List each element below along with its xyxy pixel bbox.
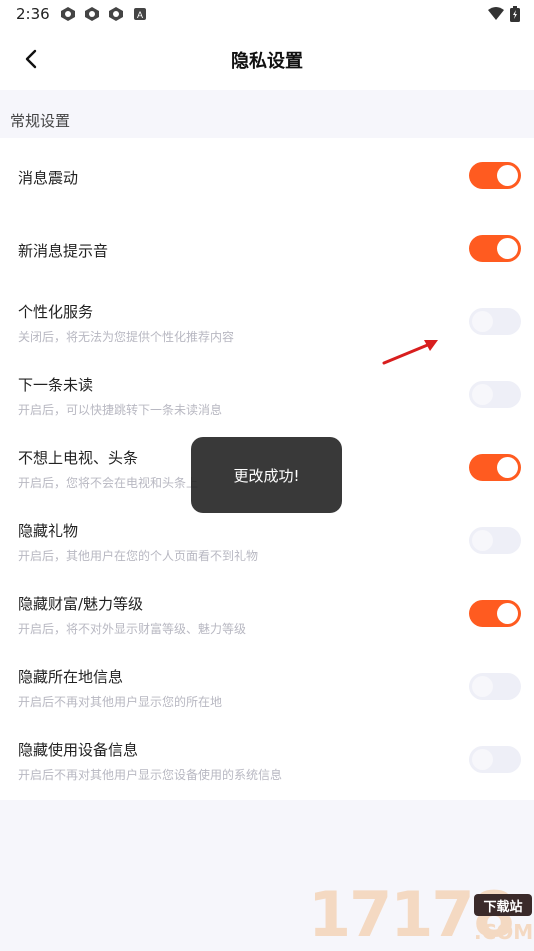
setting-subtitle: 开启后不再对其他用户显示您的所在地 (18, 695, 223, 709)
toggle-switch[interactable] (469, 454, 521, 481)
toggle-knob (472, 311, 493, 332)
watermark-logo: 17178 下载站 .COM (308, 880, 534, 950)
wifi-icon (488, 7, 504, 20)
setting-title: 不想上电视、头条 (18, 449, 139, 467)
toggle-knob (497, 238, 518, 259)
toggle-switch[interactable] (469, 381, 521, 408)
status-bar: 2:36 A (0, 0, 534, 28)
toggle-knob (472, 530, 493, 551)
setting-title: 隐藏财富/魅力等级 (18, 595, 144, 613)
section-label: 常规设置 (10, 112, 71, 130)
setting-title: 隐藏使用设备信息 (18, 741, 139, 759)
setting-row-message-vibrate: 消息震动 (0, 138, 534, 211)
watermark-badge: 下载站 (474, 894, 532, 916)
a-icon: A (134, 8, 146, 20)
setting-row-hide-device-info: 隐藏使用设备信息 开启后不再对其他用户显示您设备使用的系统信息 (0, 722, 534, 795)
toggle-knob (497, 603, 518, 624)
setting-subtitle: 开启后，其他用户在您的个人页面看不到礼物 (18, 549, 259, 563)
header: 隐私设置 (0, 28, 534, 90)
app-icon (109, 7, 123, 21)
toggle-knob (472, 749, 493, 770)
toggle-knob (497, 165, 518, 186)
setting-title: 隐藏礼物 (18, 522, 79, 540)
toggle-switch[interactable] (469, 600, 521, 627)
setting-subtitle: 开启后，您将不会在电视和头条上 (18, 476, 199, 490)
setting-row-new-message-sound: 新消息提示音 (0, 211, 534, 284)
setting-subtitle: 开启后不再对其他用户显示您设备使用的系统信息 (18, 768, 283, 782)
toggle-switch[interactable] (469, 527, 521, 554)
setting-title: 个性化服务 (18, 303, 94, 321)
setting-title: 下一条未读 (18, 376, 94, 394)
setting-title: 新消息提示音 (18, 242, 109, 260)
toggle-switch[interactable] (469, 235, 521, 262)
watermark-domain: .COM (474, 920, 534, 944)
annotation-arrow-icon (382, 340, 438, 365)
toggle-switch[interactable] (469, 746, 521, 773)
setting-subtitle: 关闭后，将无法为您提供个性化推荐内容 (18, 330, 235, 344)
setting-title: 隐藏所在地信息 (18, 668, 124, 686)
setting-title: 消息震动 (18, 169, 79, 187)
toggle-knob (497, 457, 518, 478)
status-right-icons (488, 6, 520, 22)
svg-text:A: A (137, 10, 143, 20)
status-time: 2:36 (16, 5, 50, 23)
setting-row-personalized-service: 个性化服务 关闭后，将无法为您提供个性化推荐内容 (0, 284, 534, 357)
app-icon (85, 7, 99, 21)
toggle-knob (472, 384, 493, 405)
page-title: 隐私设置 (231, 51, 303, 72)
setting-row-hide-gifts: 隐藏礼物 开启后，其他用户在您的个人页面看不到礼物 (0, 503, 534, 576)
toggle-switch[interactable] (469, 308, 521, 335)
setting-subtitle: 开启后，可以快捷跳转下一条未读消息 (18, 403, 223, 417)
notification-icons: A (60, 6, 148, 22)
watermark-badge-text: 下载站 (483, 899, 523, 915)
toast-message: 更改成功! (191, 437, 342, 513)
toggle-switch[interactable] (469, 673, 521, 700)
setting-subtitle: 开启后，将不对外显示财富等级、魅力等级 (18, 622, 247, 636)
toggle-knob (472, 676, 493, 697)
toast-text: 更改成功! (233, 466, 300, 485)
setting-row-hide-wealth-level: 隐藏财富/魅力等级 开启后，将不对外显示财富等级、魅力等级 (0, 576, 534, 649)
setting-row-hide-location: 隐藏所在地信息 开启后不再对其他用户显示您的所在地 (0, 649, 534, 722)
toggle-switch[interactable] (469, 162, 521, 189)
setting-row-next-unread: 下一条未读 开启后，可以快捷跳转下一条未读消息 (0, 357, 534, 430)
app-icon (61, 7, 75, 21)
battery-icon (510, 6, 520, 22)
